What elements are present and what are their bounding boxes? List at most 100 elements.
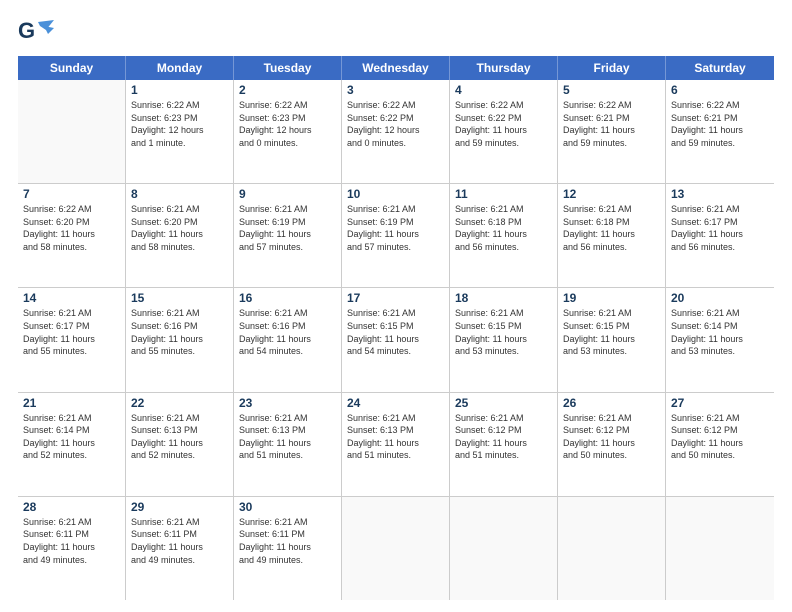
day-number: 13 [671,187,769,201]
header-day-wednesday: Wednesday [342,56,450,80]
day-number: 26 [563,396,660,410]
cell-info: Sunrise: 6:21 AM Sunset: 6:15 PM Dayligh… [455,307,552,357]
cal-cell: 15 Sunrise: 6:21 AM Sunset: 6:16 PM Dayli… [126,288,234,391]
cell-info: Sunrise: 6:21 AM Sunset: 6:13 PM Dayligh… [131,412,228,462]
day-number: 1 [131,83,228,97]
cell-info: Sunrise: 6:22 AM Sunset: 6:20 PM Dayligh… [23,203,120,253]
week-row-3: 21Sunrise: 6:21 AM Sunset: 6:14 PM Dayli… [18,393,774,497]
day-number: 4 [455,83,552,97]
cal-cell: 14 Sunrise: 6:21 AM Sunset: 6:17 PM Dayli… [18,288,126,391]
calendar-body: 1 Sunrise: 6:22 AM Sunset: 6:23 PM Daylig… [18,80,774,600]
day-number: 29 [131,500,228,514]
week-row-2: 14 Sunrise: 6:21 AM Sunset: 6:17 PM Dayli… [18,288,774,392]
cal-cell: 22 Sunrise: 6:21 AM Sunset: 6:13 PM Dayli… [126,393,234,496]
cal-cell [342,497,450,600]
cell-info: Sunrise: 6:22 AM Sunset: 6:23 PM Dayligh… [239,99,336,149]
cell-info: Sunrise: 6:21 AM Sunset: 6:12 PM Dayligh… [671,412,769,462]
cell-info: Sunrise: 6:22 AM Sunset: 6:21 PM Dayligh… [671,99,769,149]
cal-cell: 13 Sunrise: 6:21 AM Sunset: 6:17 PM Dayli… [666,184,774,287]
cell-info: Sunrise: 6:22 AM Sunset: 6:22 PM Dayligh… [347,99,444,149]
calendar-page: G SundayMondayTuesdayWednesdayThursdayFr… [0,0,792,612]
svg-text:G: G [18,18,35,43]
cell-info: Sunrise: 6:21 AM Sunset: 6:12 PM Dayligh… [455,412,552,462]
cell-info: Sunrise: 6:21 AM Sunset: 6:19 PM Dayligh… [347,203,444,253]
calendar: SundayMondayTuesdayWednesdayThursdayFrid… [18,56,774,600]
day-number: 5 [563,83,660,97]
day-number: 8 [131,187,228,201]
day-number: 15 [131,291,228,305]
cell-info: Sunrise: 6:21 AM Sunset: 6:11 PM Dayligh… [131,516,228,566]
day-number: 7 [23,187,120,201]
cell-info: Sunrise: 6:21 AM Sunset: 6:16 PM Dayligh… [131,307,228,357]
header-day-thursday: Thursday [450,56,558,80]
cal-cell: 9 Sunrise: 6:21 AM Sunset: 6:19 PM Daylig… [234,184,342,287]
cell-info: Sunrise: 6:22 AM Sunset: 6:22 PM Dayligh… [455,99,552,149]
cal-cell: 29 Sunrise: 6:21 AM Sunset: 6:11 PM Dayli… [126,497,234,600]
cell-info: Sunrise: 6:22 AM Sunset: 6:21 PM Dayligh… [563,99,660,149]
cell-info: Sunrise: 6:21 AM Sunset: 6:13 PM Dayligh… [239,412,336,462]
cal-cell: 11 Sunrise: 6:21 AM Sunset: 6:18 PM Dayli… [450,184,558,287]
cal-cell: 18 Sunrise: 6:21 AM Sunset: 6:15 PM Dayli… [450,288,558,391]
cal-cell: 12 Sunrise: 6:21 AM Sunset: 6:18 PM Dayli… [558,184,666,287]
day-number: 20 [671,291,769,305]
cell-info: Sunrise: 6:22 AM Sunset: 6:23 PM Dayligh… [131,99,228,149]
cal-cell: 17 Sunrise: 6:21 AM Sunset: 6:15 PM Dayli… [342,288,450,391]
cell-info: Sunrise: 6:21 AM Sunset: 6:14 PM Dayligh… [23,412,120,462]
cal-cell: 30 Sunrise: 6:21 AM Sunset: 6:11 PM Dayli… [234,497,342,600]
cell-info: Sunrise: 6:21 AM Sunset: 6:12 PM Dayligh… [563,412,660,462]
cal-cell: 26 Sunrise: 6:21 AM Sunset: 6:12 PM Dayli… [558,393,666,496]
week-row-4: 28 Sunrise: 6:21 AM Sunset: 6:11 PM Dayli… [18,497,774,600]
header-day-sunday: Sunday [18,56,126,80]
logo: G [18,18,56,46]
cal-cell: 24Sunrise: 6:21 AM Sunset: 6:13 PM Dayli… [342,393,450,496]
cal-cell: 1 Sunrise: 6:22 AM Sunset: 6:23 PM Daylig… [126,80,234,183]
cal-cell: 16 Sunrise: 6:21 AM Sunset: 6:16 PM Dayli… [234,288,342,391]
day-number: 28 [23,500,120,514]
day-number: 19 [563,291,660,305]
cal-cell: 25 Sunrise: 6:21 AM Sunset: 6:12 PM Dayli… [450,393,558,496]
cell-info: Sunrise: 6:21 AM Sunset: 6:18 PM Dayligh… [455,203,552,253]
cal-cell: 2Sunrise: 6:22 AM Sunset: 6:23 PM Daylig… [234,80,342,183]
day-number: 22 [131,396,228,410]
cell-info: Sunrise: 6:21 AM Sunset: 6:11 PM Dayligh… [239,516,336,566]
cal-cell: 5 Sunrise: 6:22 AM Sunset: 6:21 PM Daylig… [558,80,666,183]
cell-info: Sunrise: 6:21 AM Sunset: 6:19 PM Dayligh… [239,203,336,253]
logo-bird-icon: G [18,18,54,46]
day-number: 18 [455,291,552,305]
cell-info: Sunrise: 6:21 AM Sunset: 6:11 PM Dayligh… [23,516,120,566]
day-number: 17 [347,291,444,305]
day-number: 16 [239,291,336,305]
header-day-monday: Monday [126,56,234,80]
day-number: 12 [563,187,660,201]
cell-info: Sunrise: 6:21 AM Sunset: 6:15 PM Dayligh… [347,307,444,357]
day-number: 30 [239,500,336,514]
cal-cell: 6 Sunrise: 6:22 AM Sunset: 6:21 PM Daylig… [666,80,774,183]
day-number: 6 [671,83,769,97]
header-day-tuesday: Tuesday [234,56,342,80]
day-number: 25 [455,396,552,410]
header-day-friday: Friday [558,56,666,80]
cell-info: Sunrise: 6:21 AM Sunset: 6:18 PM Dayligh… [563,203,660,253]
cal-cell: 19 Sunrise: 6:21 AM Sunset: 6:15 PM Dayli… [558,288,666,391]
day-number: 9 [239,187,336,201]
cell-info: Sunrise: 6:21 AM Sunset: 6:15 PM Dayligh… [563,307,660,357]
cal-cell [18,80,126,183]
cell-info: Sunrise: 6:21 AM Sunset: 6:16 PM Dayligh… [239,307,336,357]
cell-info: Sunrise: 6:21 AM Sunset: 6:17 PM Dayligh… [23,307,120,357]
cal-cell: 21Sunrise: 6:21 AM Sunset: 6:14 PM Dayli… [18,393,126,496]
header: G [18,18,774,46]
day-number: 3 [347,83,444,97]
day-number: 23 [239,396,336,410]
cell-info: Sunrise: 6:21 AM Sunset: 6:17 PM Dayligh… [671,203,769,253]
day-number: 11 [455,187,552,201]
cell-info: Sunrise: 6:21 AM Sunset: 6:14 PM Dayligh… [671,307,769,357]
cal-cell [450,497,558,600]
calendar-header: SundayMondayTuesdayWednesdayThursdayFrid… [18,56,774,80]
day-number: 24 [347,396,444,410]
header-day-saturday: Saturday [666,56,774,80]
day-number: 14 [23,291,120,305]
cal-cell: 8Sunrise: 6:21 AM Sunset: 6:20 PM Daylig… [126,184,234,287]
cal-cell: 28 Sunrise: 6:21 AM Sunset: 6:11 PM Dayli… [18,497,126,600]
cal-cell: 7 Sunrise: 6:22 AM Sunset: 6:20 PM Daylig… [18,184,126,287]
cal-cell: 4 Sunrise: 6:22 AM Sunset: 6:22 PM Daylig… [450,80,558,183]
